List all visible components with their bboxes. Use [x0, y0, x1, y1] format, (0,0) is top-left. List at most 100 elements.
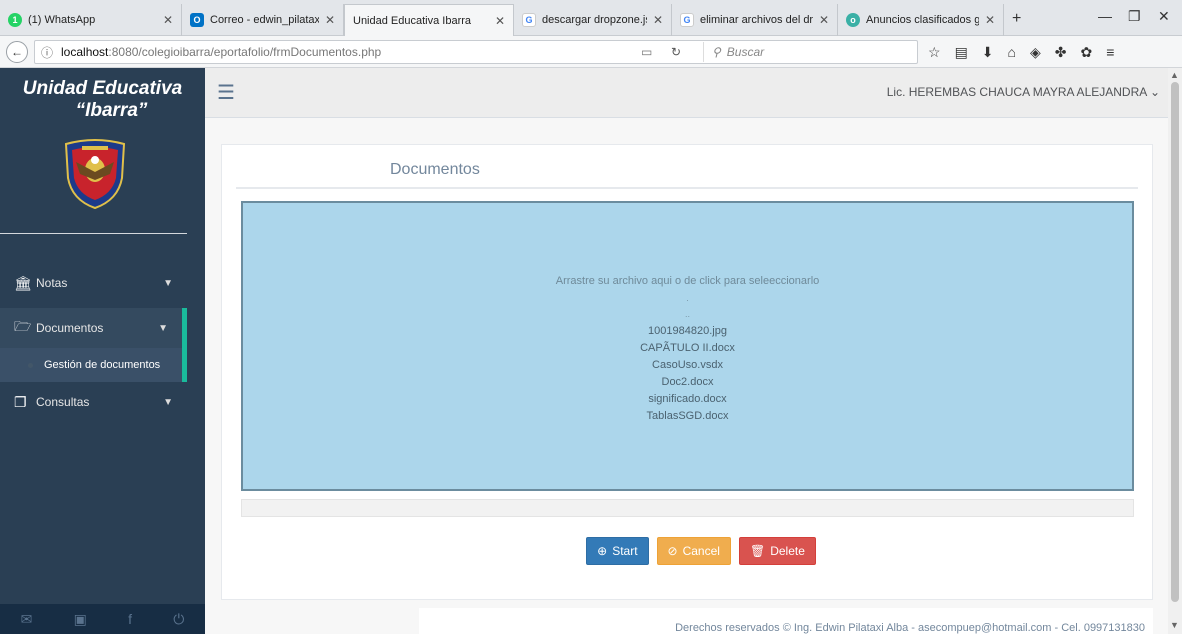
cancel-button[interactable]: ⊘ Cancel: [656, 537, 731, 565]
close-icon[interactable]: ✕: [653, 13, 663, 27]
dropzone-dot: .: [686, 293, 689, 303]
page-footer: Derechos reservados © Ing. Edwin Pilatax…: [419, 608, 1153, 634]
envelope-icon[interactable]: ✉: [21, 611, 33, 628]
info-icon[interactable]: ⓘ: [41, 44, 53, 61]
power-icon[interactable]: ⏻: [173, 611, 184, 628]
dropzone-file-list: 1001984820.jpg CAPÃTULO II.docx CasoUso.…: [243, 323, 1132, 425]
brand-line-1: Unidad Educativa: [22, 78, 183, 99]
sidebar-item-label: Consultas: [36, 395, 90, 409]
sidebar-subitem-label: Gestión de documentos: [44, 359, 161, 371]
ban-icon: ⊘: [667, 544, 678, 558]
bookmark-star-icon[interactable]: ☆: [928, 44, 941, 61]
download-icon[interactable]: ⬇: [982, 44, 994, 61]
tab-whatsapp[interactable]: 1 (1) WhatsApp ✕: [0, 4, 182, 36]
library-icon[interactable]: ▤: [955, 44, 968, 61]
panel-title: Documentos: [390, 161, 480, 178]
chevron-down-icon: ⌄: [1149, 85, 1160, 99]
bullet-icon: [28, 362, 33, 368]
tab-title: Unidad Educativa Ibarra: [353, 14, 472, 27]
url-bar[interactable]: ⓘ localhost :8080/colegioibarra/eportafo…: [34, 40, 918, 64]
dropzone-file[interactable]: CAPÃTULO II.docx: [243, 340, 1132, 357]
sidebar-item-consultas[interactable]: ❐ Consultas ▼: [0, 382, 187, 422]
twitter-icon[interactable]: ▣: [74, 611, 87, 628]
window-close-icon[interactable]: ✕: [1158, 8, 1170, 25]
menu-icon[interactable]: ≡: [1106, 44, 1114, 61]
google-icon: G: [680, 13, 694, 27]
main-content: Documentos Arrastre su archivo aqui o de…: [205, 118, 1168, 634]
chevron-down-icon: ▼: [163, 396, 173, 408]
dropzone-file[interactable]: Doc2.docx: [243, 374, 1132, 391]
dropzone-file[interactable]: 1001984820.jpg: [243, 323, 1132, 340]
sidebar-divider: [0, 233, 187, 234]
tab-title: eliminar archivos del dro: [700, 14, 813, 26]
url-path: :8080/colegioibarra/eportafolio/frmDocum…: [108, 45, 382, 59]
minimize-icon[interactable]: —: [1098, 8, 1112, 24]
tab-correo[interactable]: O Correo - edwin_pilataxi@ ✕: [182, 4, 344, 36]
close-icon[interactable]: ✕: [819, 13, 829, 27]
home-icon[interactable]: ⌂: [1008, 44, 1016, 61]
hamburger-menu-icon[interactable]: ☰: [217, 80, 235, 105]
google-icon: G: [522, 13, 536, 27]
search-placeholder: Buscar: [726, 45, 765, 59]
dropzone-file[interactable]: significado.docx: [243, 391, 1132, 408]
scroll-down-icon[interactable]: ▼: [1170, 620, 1179, 630]
new-tab-icon[interactable]: +: [1012, 10, 1021, 28]
chevron-down-icon: ▼: [163, 277, 173, 289]
brand-title[interactable]: Unidad Educativa “Ibarra”: [0, 78, 205, 122]
tab-title: descargar dropzone.js -: [542, 14, 647, 26]
sidebar-item-label: Documentos: [36, 321, 104, 335]
delete-button[interactable]: 🗑 Delete: [738, 537, 816, 565]
search-icon: ⚲: [712, 45, 721, 59]
tab-eliminar[interactable]: G eliminar archivos del dro ✕: [672, 4, 838, 36]
search-box[interactable]: ⚲ Buscar: [703, 42, 913, 62]
scroll-thumb[interactable]: [1171, 82, 1179, 602]
dropzone-file[interactable]: CasoUso.vsdx: [243, 357, 1132, 374]
pocket-icon[interactable]: ◈: [1030, 44, 1041, 61]
close-icon[interactable]: ✕: [325, 13, 335, 27]
restore-icon[interactable]: ❐: [1128, 8, 1141, 25]
dropzone-message: Arrastre su archivo aqui o de click para…: [555, 275, 820, 287]
outlook-icon: O: [190, 13, 204, 27]
sidebar-subitem-gestion-documentos[interactable]: Gestión de documentos: [0, 348, 187, 382]
facebook-icon[interactable]: f: [128, 611, 132, 627]
tab-unidad-educativa[interactable]: Unidad Educativa Ibarra ✕: [344, 4, 514, 36]
sidebar-item-notas[interactable]: 🏛 Notas ▼: [0, 263, 187, 303]
tab-title: Correo - edwin_pilataxi@: [210, 14, 319, 26]
tab-title: Anuncios clasificados gr: [866, 14, 979, 26]
dropzone-dot: ..: [684, 309, 690, 319]
panel-divider: [236, 187, 1138, 189]
close-icon[interactable]: ✕: [985, 13, 995, 27]
institution-icon: 🏛: [14, 274, 32, 291]
url-host: localhost: [61, 45, 109, 59]
top-nav: ☰ Lic. HEREMBAS CHAUCA MAYRA ALEJANDRA ⌄: [205, 68, 1168, 118]
folder-open-icon: 🗁: [14, 318, 32, 334]
user-menu[interactable]: Lic. HEREMBAS CHAUCA MAYRA ALEJANDRA ⌄: [887, 85, 1160, 99]
dropzone[interactable]: Arrastre su archivo aqui o de click para…: [241, 201, 1134, 491]
close-icon[interactable]: ✕: [163, 13, 173, 27]
close-icon[interactable]: ✕: [495, 14, 505, 28]
addon-icon[interactable]: ✿: [1081, 44, 1093, 61]
delete-button-label: Delete: [770, 544, 805, 558]
extension-icon[interactable]: ✤: [1055, 44, 1067, 61]
sidebar-item-label: Notas: [36, 276, 68, 290]
browser-tab-bar: 1 (1) WhatsApp ✕ O Correo - edwin_pilata…: [0, 0, 1182, 36]
whatsapp-icon: 1: [8, 13, 22, 27]
reader-view-icon[interactable]: ▭: [641, 45, 652, 59]
action-buttons: ⊕ Start ⊘ Cancel 🗑 Delete: [222, 537, 1152, 565]
upload-circle-icon: ⊕: [597, 544, 608, 558]
sidebar: Unidad Educativa “Ibarra” 🏛 Notas ▼ 🗁 Do…: [0, 68, 205, 634]
start-button-label: Start: [612, 544, 638, 558]
tab-dropzone[interactable]: G descargar dropzone.js - ✕: [514, 4, 672, 36]
back-icon[interactable]: ←: [6, 41, 28, 63]
dropzone-file[interactable]: TablasSGD.docx: [243, 408, 1132, 425]
scroll-up-icon[interactable]: ▲: [1170, 70, 1179, 80]
page-scrollbar[interactable]: ▲ ▼: [1168, 68, 1182, 634]
upload-progress-bar: [241, 499, 1134, 517]
sidebar-footer: ✉ ▣ f ⏻: [0, 604, 205, 634]
brand-line-2: “Ibarra”: [75, 100, 148, 121]
user-name: Lic. HEREMBAS CHAUCA MAYRA ALEJANDRA: [886, 85, 1147, 99]
start-button[interactable]: ⊕ Start: [586, 537, 649, 565]
reload-icon[interactable]: ↻: [671, 45, 681, 59]
sidebar-item-documentos[interactable]: 🗁 Documentos ▼: [0, 308, 187, 348]
tab-anuncios[interactable]: o Anuncios clasificados gr ✕: [838, 4, 1004, 36]
